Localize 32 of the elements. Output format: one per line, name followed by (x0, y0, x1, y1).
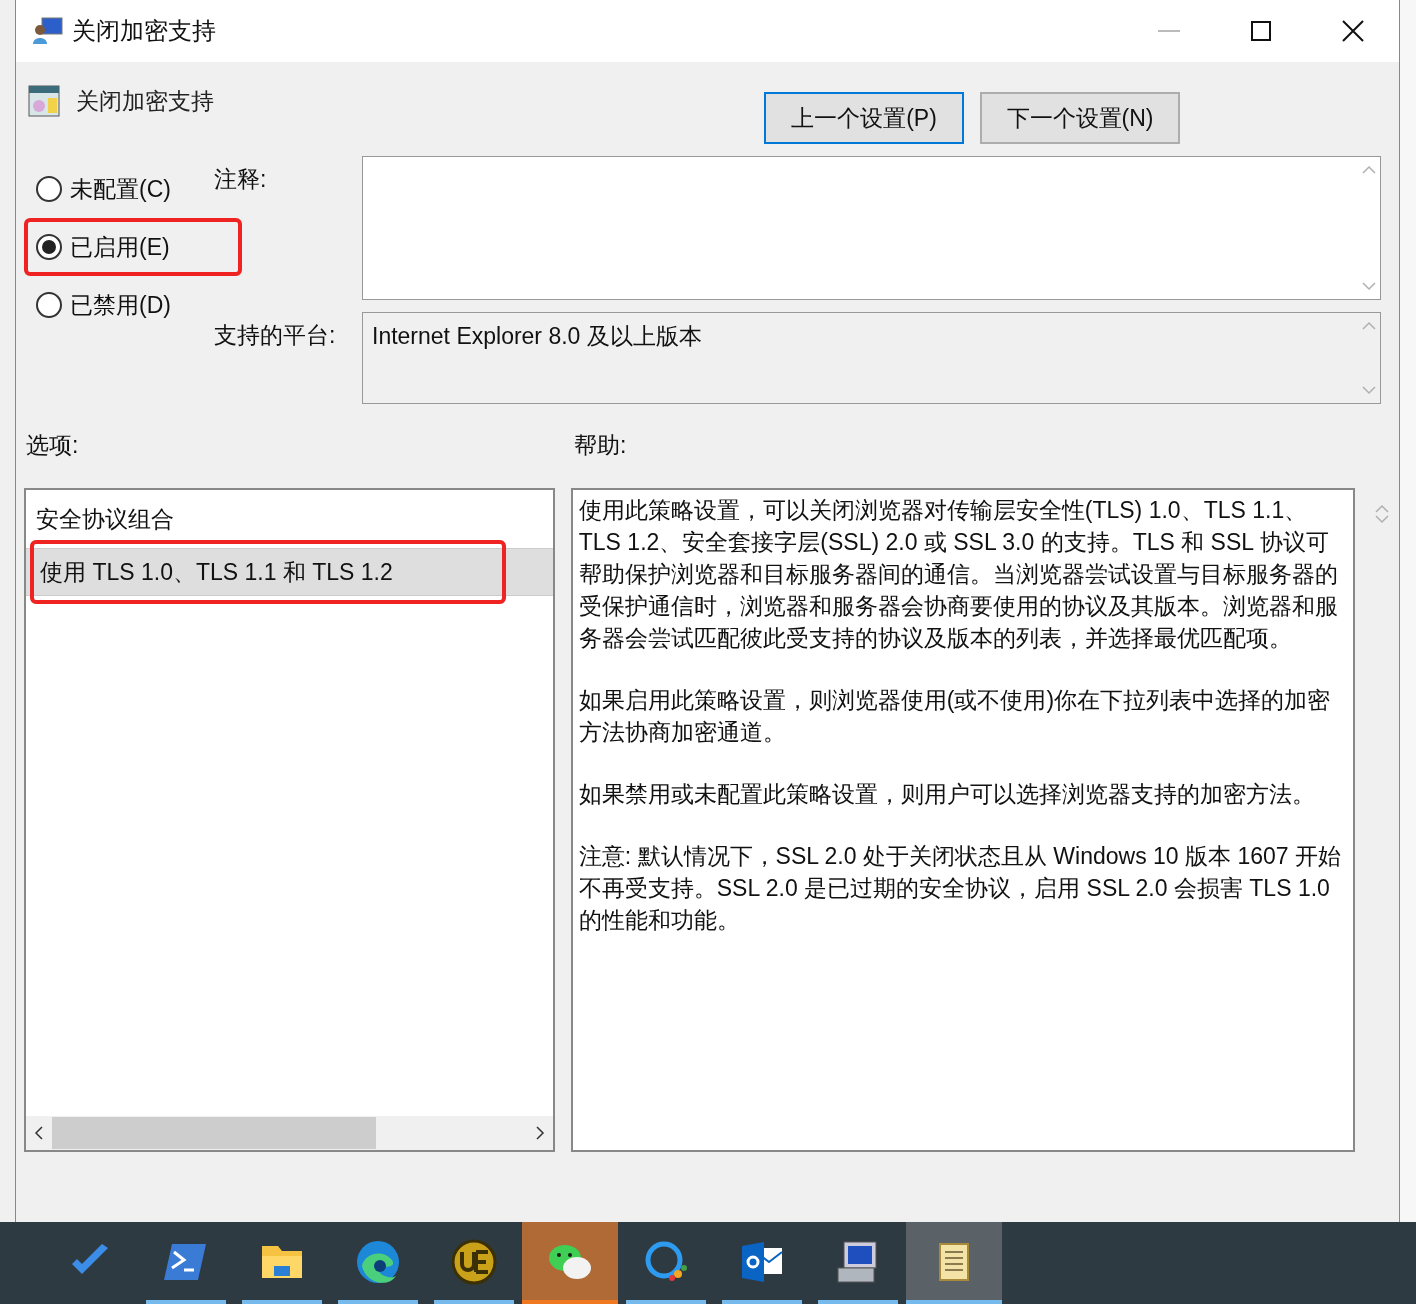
radio-button[interactable] (36, 176, 62, 202)
option-row[interactable]: 使用 TLS 1.0、TLS 1.1 和 TLS 1.2 (26, 548, 553, 596)
options-heading: 安全协议组合 (35, 505, 175, 534)
radio-option[interactable]: 已禁用(D) (36, 287, 171, 323)
help-label: 帮助: (574, 431, 627, 460)
browser-icon (354, 1238, 402, 1286)
horizontal-scrollbar[interactable] (26, 1116, 553, 1150)
policy-title: 关闭加密支持 (76, 87, 214, 116)
platform-label: 支持的平台: (214, 321, 337, 350)
scroll-left-icon[interactable] (34, 1126, 44, 1140)
radio-button[interactable] (36, 234, 62, 260)
computer-user-icon (32, 16, 64, 46)
policy-settings-icon (28, 85, 60, 118)
close-icon (1342, 20, 1364, 42)
help-paragraph: 使用此策略设置，可以关闭浏览器对传输层安全性(TLS) 1.0、TLS 1.1、TLS 1.2、安全套接字层(SSL) 2.0 或 SSL 3.0 的支持。TLS 和 SSL 协议可帮助保护浏览器和目标服务器间的通信。当浏览器尝试设置与目标服务器的受保护通信时，浏览器和服务器会协商要使用的协议及其版本。浏览器和服务器会尝试匹配彼此受支持的协议及版本的列表，并选择最优匹配项。 (578, 496, 1339, 653)
radio-option[interactable]: 已启用(E) (36, 229, 170, 265)
scrollbar-thumb[interactable] (52, 1117, 376, 1149)
maximize-icon (1251, 21, 1271, 41)
window-title: 关闭加密支持 (72, 16, 216, 46)
scroll-right-icon[interactable] (534, 1126, 545, 1140)
help-paragraph: 注意: 默认情况下，SSL 2.0 处于关闭状态且从 Windows 10 版本 1607 开始不再受支持。SSL 2.0 是已过期的安全协议，启用 SSL 2.0 会损害 TLS 1.0 的性能和功能。 (578, 842, 1342, 935)
minimize-icon (1158, 30, 1180, 32)
nav-button[interactable]: 上一个设置(P) (764, 92, 964, 144)
help-paragraph: 如果启用此策略设置，则浏览器使用(或不使用)你在下拉列表中选择的加密方法协商加密通道。 (578, 686, 1332, 747)
platform-field: Internet Explorer 8.0 及以上版本 (362, 312, 1381, 404)
options-label: 选项: (25, 431, 80, 460)
editor-icon (450, 1238, 498, 1286)
radio-button[interactable] (36, 292, 62, 318)
comment-label: 注释: (214, 165, 268, 194)
radio-option[interactable]: 未配置(C) (36, 171, 171, 207)
nav-button[interactable]: 下一个设置(N) (980, 92, 1180, 144)
help-paragraph: 如果禁用或未配置此策略设置，则用户可以选择浏览器支持的加密方法。 (578, 780, 1316, 809)
